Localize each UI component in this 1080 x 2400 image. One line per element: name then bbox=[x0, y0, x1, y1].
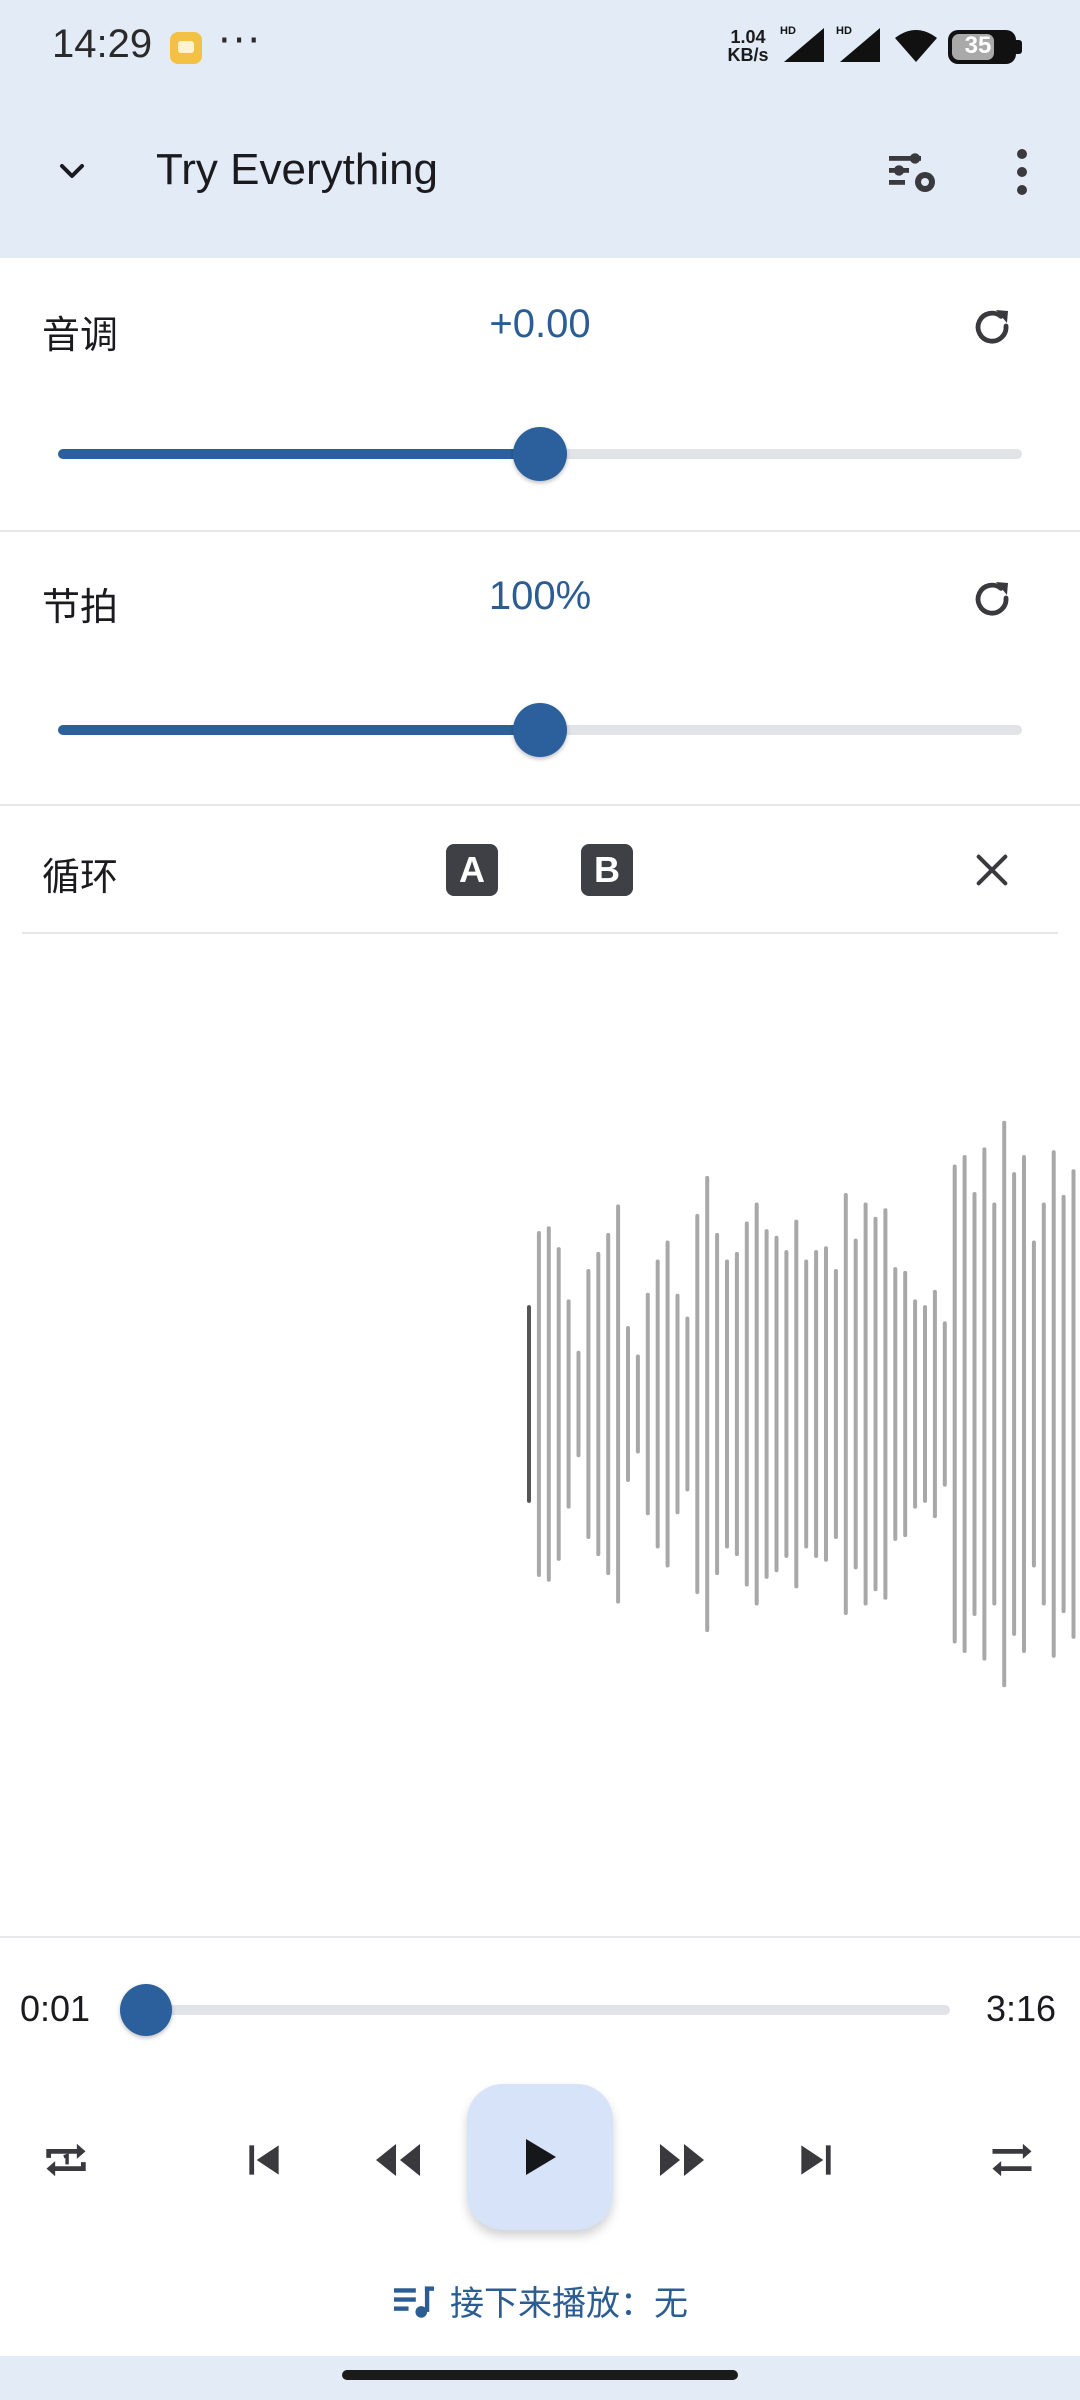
song-title: Try Everything bbox=[156, 145, 439, 194]
message-notification-icon bbox=[170, 32, 202, 64]
seek-bar[interactable] bbox=[142, 2005, 950, 2015]
loop-point-b-button[interactable]: B bbox=[581, 844, 633, 896]
home-gesture-handle[interactable] bbox=[342, 2370, 738, 2380]
reset-icon bbox=[975, 310, 1009, 344]
network-speed: 1.04 KB/s bbox=[720, 28, 776, 64]
status-time: 14:29 bbox=[52, 22, 153, 66]
queue-music-icon bbox=[394, 2285, 434, 2318]
repeat-one-icon bbox=[46, 2143, 86, 2177]
fast-forward-button[interactable] bbox=[646, 2124, 718, 2196]
pitch-reset-button[interactable] bbox=[962, 298, 1022, 358]
pitch-slider-fill bbox=[58, 449, 540, 459]
tempo-reset-button[interactable] bbox=[962, 570, 1022, 630]
pitch-slider-thumb[interactable] bbox=[513, 427, 567, 481]
repeat-icon bbox=[992, 2143, 1032, 2177]
network-speed-unit: KB/s bbox=[727, 45, 769, 65]
collapse-button[interactable] bbox=[42, 141, 102, 201]
more-options-button[interactable] bbox=[992, 139, 1052, 205]
fast-forward-icon bbox=[660, 2144, 704, 2176]
battery-icon: 35 bbox=[948, 30, 1016, 64]
up-next-label: 接下来播放：无 bbox=[450, 2284, 688, 2324]
more-vert-icon bbox=[1017, 149, 1027, 195]
pitch-label: 音调 bbox=[42, 313, 119, 357]
total-time: 3:16 bbox=[986, 1988, 1057, 2029]
next-track-button[interactable] bbox=[780, 2124, 852, 2196]
app-bar: Try Everything bbox=[0, 95, 1080, 258]
tempo-section: 节拍 100% bbox=[0, 532, 1080, 804]
play-icon bbox=[526, 2139, 556, 2175]
divider bbox=[0, 1936, 1080, 1938]
up-next[interactable]: 接下来播放：无 bbox=[0, 2276, 1080, 2325]
wifi-icon bbox=[895, 30, 937, 62]
navigation-bar bbox=[0, 2356, 1080, 2400]
equalizer-settings-icon bbox=[889, 153, 935, 192]
battery-tip bbox=[1016, 40, 1022, 54]
hd-label-2: HD bbox=[836, 25, 852, 37]
repeat-one-button[interactable] bbox=[30, 2124, 102, 2196]
repeat-mode-button[interactable] bbox=[976, 2124, 1048, 2196]
top-area: 14:29 ··· 1.04 KB/s HD HD 35 Try Everyth… bbox=[0, 0, 1080, 258]
audio-settings-button[interactable] bbox=[880, 139, 946, 205]
tempo-slider-thumb[interactable] bbox=[513, 703, 567, 757]
tempo-label: 节拍 bbox=[42, 585, 119, 629]
current-time: 0:01 bbox=[20, 1988, 91, 2029]
divider bbox=[22, 932, 1058, 934]
pitch-section: 音调 +0.00 bbox=[0, 258, 1080, 530]
skip-previous-icon bbox=[249, 2145, 279, 2175]
loop-section: 循环 A B bbox=[0, 806, 1080, 934]
skip-next-icon bbox=[801, 2145, 831, 2175]
loop-clear-button[interactable] bbox=[962, 840, 1022, 900]
rewind-button[interactable] bbox=[362, 2124, 434, 2196]
status-bar: 14:29 ··· 1.04 KB/s HD HD 35 bbox=[0, 0, 1080, 95]
status-more-indicator: ··· bbox=[218, 18, 263, 64]
tempo-value: 100% bbox=[488, 574, 592, 618]
pitch-value: +0.00 bbox=[489, 302, 591, 346]
battery-percent: 35 bbox=[964, 32, 992, 59]
waveform[interactable] bbox=[0, 935, 1080, 1935]
previous-track-button[interactable] bbox=[228, 2124, 300, 2196]
play-button[interactable] bbox=[467, 2084, 613, 2230]
cell-signal-icon: HD bbox=[780, 25, 824, 62]
network-speed-value: 1.04 bbox=[730, 27, 766, 47]
tempo-slider-fill bbox=[58, 725, 540, 735]
reset-icon bbox=[975, 582, 1009, 616]
chevron-down-icon bbox=[60, 164, 84, 178]
rewind-icon bbox=[376, 2144, 420, 2176]
hd-label-1: HD bbox=[780, 25, 796, 37]
cell-signal-icon-2: HD bbox=[836, 25, 880, 62]
seek-bar-thumb[interactable] bbox=[120, 1984, 173, 2036]
close-icon bbox=[976, 854, 1008, 886]
loop-point-a-button[interactable]: A bbox=[446, 844, 498, 896]
loop-label: 循环 bbox=[42, 855, 119, 899]
